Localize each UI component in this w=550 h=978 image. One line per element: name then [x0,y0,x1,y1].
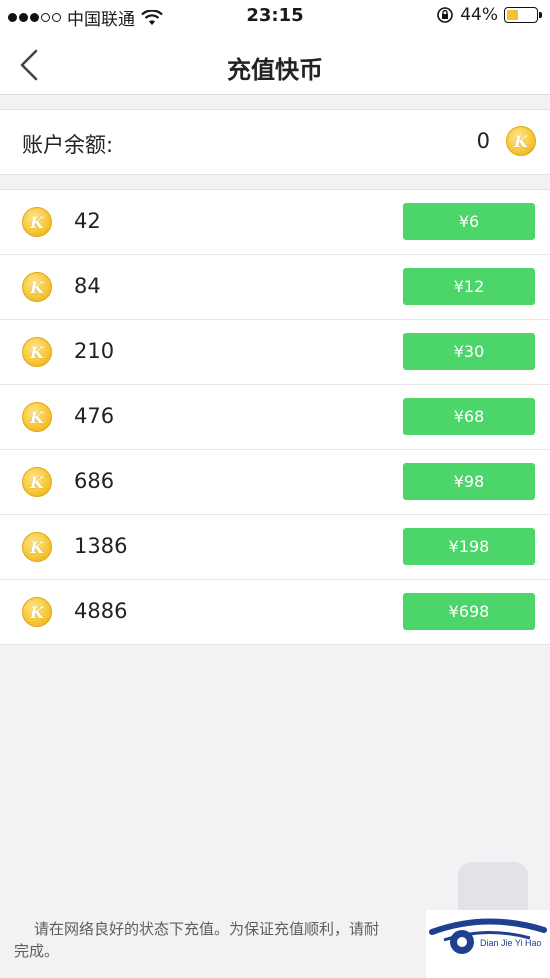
kuaibi-coin-icon: K [22,337,52,367]
nav-bar: 充值快币 [0,36,550,95]
kuaibi-coin-icon: K [22,467,52,497]
price-button[interactable]: ¥98 [403,463,535,500]
price-button[interactable]: ¥68 [403,398,535,435]
balance-row: 账户余额: 0 K [0,109,550,175]
battery-percent: 44% [460,5,498,25]
kuaibi-coin-icon: K [506,126,536,156]
page-title: 充值快币 [227,56,323,84]
kuaibi-coin-icon: K [22,207,52,237]
package-row: K 1386 ¥198 [0,515,550,580]
package-coin-amount: 84 [74,274,101,298]
footer-note-line-1: 请在网络良好的状态下充值。为保证充值顺利，请耐 [34,920,380,938]
package-row: K 686 ¥98 [0,450,550,515]
footer-note: 请在网络良好的状态下充值。为保证充值顺利，请耐 完成。 [14,918,454,962]
price-button[interactable]: ¥6 [403,203,535,240]
price-button[interactable]: ¥698 [403,593,535,630]
watermark-logo: Dian Jie Yi Hao [426,910,550,978]
kuaibi-coin-icon: K [22,272,52,302]
package-coin-amount: 476 [74,404,115,428]
status-bar: 中国联通 23:15 44% [0,0,550,36]
price-button[interactable]: ¥12 [403,268,535,305]
battery-fill [507,10,518,20]
package-row: K 42 ¥6 [0,190,550,255]
kuaibi-coin-icon: K [22,532,52,562]
package-list: K 42 ¥6 K 84 ¥12 K 210 ¥30 K 476 ¥68 K 686 ¥98 K 1386 ¥19… [0,189,550,645]
battery-icon [504,7,542,23]
package-coin-amount: 4886 [74,599,128,623]
package-row: K 210 ¥30 [0,320,550,385]
rotation-lock-icon [437,7,454,23]
kuaibi-coin-icon: K [22,402,52,432]
package-coin-amount: 210 [74,339,115,363]
price-button[interactable]: ¥198 [403,528,535,565]
status-right: 44% [436,5,542,25]
package-coin-amount: 686 [74,469,115,493]
price-button[interactable]: ¥30 [403,333,535,370]
watermark-text: Dian Jie Yi Hao [480,938,542,948]
eye-logo-icon: Dian Jie Yi Hao [429,918,547,954]
package-row: K 84 ¥12 [0,255,550,320]
package-coin-amount: 42 [74,209,101,233]
footer-note-line-2: 完成。 [14,942,60,960]
kuaibi-coin-icon: K [22,597,52,627]
package-row: K 476 ¥68 [0,385,550,450]
package-coin-amount: 1386 [74,534,128,558]
balance-label: 账户余额: [22,133,114,157]
package-row: K 4886 ¥698 [0,580,550,644]
balance-value: 0 [476,129,490,153]
